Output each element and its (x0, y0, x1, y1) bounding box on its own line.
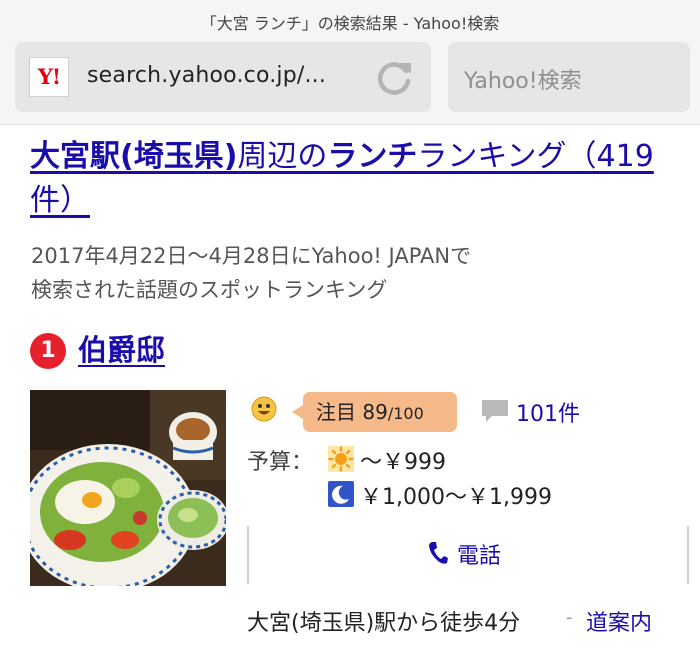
lunch-price: 〜￥999 (360, 450, 446, 475)
rank-badge: 1 (30, 333, 66, 369)
phone-icon (429, 542, 448, 564)
url-bar[interactable]: Y! search.yahoo.co.jp/... (15, 42, 431, 112)
description-line-2: 検索された話題のスポットランキング (31, 278, 388, 302)
moon-icon (328, 481, 354, 507)
phone-button[interactable]: 電話 (247, 526, 689, 584)
route-guide-link[interactable]: 道案内 (586, 605, 652, 637)
access-info: 大宮(埼玉県)駅から徒歩4分 (247, 611, 521, 636)
attention-label: 注目 (316, 400, 356, 424)
browser-chrome: 「大宮 ランチ」の検索結果 - Yahoo!検索 Y! search.yahoo… (0, 0, 700, 125)
page-title: 「大宮 ランチ」の検索結果 - Yahoo!検索 (200, 14, 500, 33)
shop-photo[interactable] (30, 390, 226, 586)
ranking-headline-link[interactable]: 大宮駅(埼玉県)周辺のランチランキング（419件） (30, 135, 680, 223)
search-placeholder: Yahoo!検索 (464, 69, 582, 94)
attention-max: /100 (387, 404, 424, 423)
attention-score: 89 (362, 400, 388, 424)
comment-count-link[interactable]: 101件 (516, 396, 580, 428)
headline-station: 大宮駅(埼玉県) (30, 139, 238, 174)
sun-icon (328, 446, 354, 472)
comment-icon[interactable] (480, 398, 510, 424)
reload-icon[interactable] (371, 54, 417, 100)
headline-around: 周辺の (237, 139, 328, 174)
phone-label: 電話 (457, 544, 502, 569)
url-text[interactable]: search.yahoo.co.jp/... (87, 63, 326, 88)
search-box[interactable]: Yahoo!検索 (448, 42, 690, 112)
shop-name-link[interactable]: 伯爵邸 (78, 327, 165, 369)
headline-keyword: ランチ (327, 139, 418, 174)
dinner-price: ￥1,000〜￥1,999 (360, 485, 552, 510)
smile-icon (251, 396, 277, 422)
ranking-description: 2017年4月22日〜4月28日にYahoo! JAPANで 検索された話題のス… (31, 239, 631, 307)
access-separator: - (566, 607, 573, 628)
description-line-1: 2017年4月22日〜4月28日にYahoo! JAPANで (31, 244, 472, 268)
attention-score-badge: 注目 89/100 (292, 392, 457, 432)
budget-label: 予算： (247, 450, 314, 475)
yahoo-logo-icon: Y! (29, 57, 69, 97)
